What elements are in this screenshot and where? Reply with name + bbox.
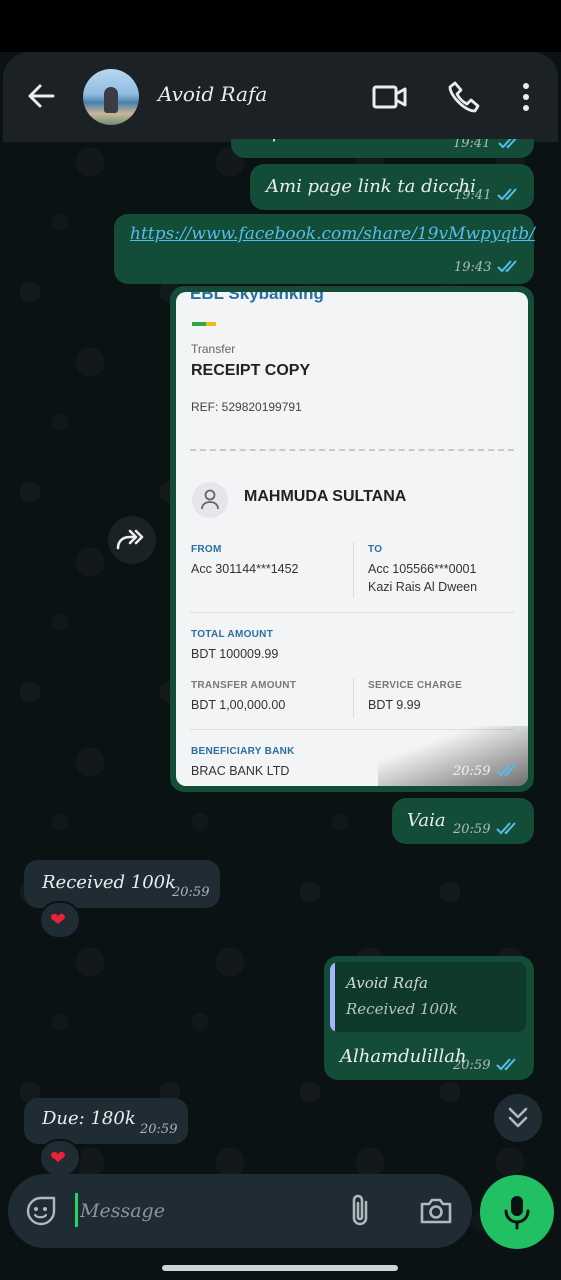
video-call-icon[interactable] <box>372 82 408 112</box>
read-ticks-icon <box>496 1058 516 1071</box>
message-composer <box>8 1174 472 1248</box>
microphone-icon <box>504 1196 530 1230</box>
voice-call-icon[interactable] <box>447 80 481 114</box>
heart-reaction[interactable]: ❤ <box>39 1139 81 1177</box>
read-ticks-icon <box>497 188 517 201</box>
avatar[interactable] <box>83 69 139 125</box>
voice-message-button[interactable] <box>480 1175 554 1249</box>
forward-button[interactable] <box>108 516 156 564</box>
camera-icon[interactable] <box>418 1194 454 1228</box>
read-ticks-icon <box>496 764 516 777</box>
heart-icon: ❤ <box>50 1147 66 1169</box>
scroll-to-bottom-button[interactable] <box>494 1094 542 1142</box>
message-bubble-out[interactable]: Ami page link ta dicchi 19:41 <box>250 164 534 210</box>
user-icon <box>192 482 228 518</box>
sticker-emoji-icon[interactable] <box>26 1196 56 1226</box>
back-arrow-icon[interactable] <box>25 80 57 112</box>
navigation-handle[interactable] <box>162 1265 398 1271</box>
status-bar <box>0 0 561 52</box>
message-bubble-reply[interactable]: Avoid Rafa Received 100k Alhamdulillah 2… <box>324 956 534 1080</box>
read-ticks-icon <box>497 260 517 273</box>
more-options-icon[interactable] <box>516 80 536 114</box>
message-bubble-link[interactable]: https://www.facebook.com/share/19vMwpyqt… <box>114 214 535 284</box>
read-ticks-icon <box>496 822 516 835</box>
heart-icon: ❤ <box>50 909 66 931</box>
message-bubble-image[interactable]: EBL Skybanking Transfer RECEIPT COPY REF… <box>170 286 534 792</box>
quoted-message[interactable]: Avoid Rafa Received 100k <box>330 962 526 1032</box>
message-input[interactable] <box>80 1194 330 1228</box>
shared-link[interactable]: https://www.facebook.com/share/19vMwpyqt… <box>130 224 535 244</box>
attach-icon[interactable] <box>346 1192 376 1230</box>
double-chevron-down-icon <box>508 1107 528 1128</box>
contact-name[interactable]: Avoid Rafa <box>158 82 267 106</box>
heart-reaction[interactable]: ❤ <box>39 901 81 939</box>
forward-icon <box>116 529 144 550</box>
bank-title: EBL Skybanking <box>190 292 324 303</box>
message-bubble-in[interactable]: Due: 180k 20:59 <box>24 1098 188 1144</box>
receipt-image[interactable]: EBL Skybanking Transfer RECEIPT COPY REF… <box>176 292 528 786</box>
message-bubble-out[interactable]: Vaia 20:59 <box>392 798 534 844</box>
